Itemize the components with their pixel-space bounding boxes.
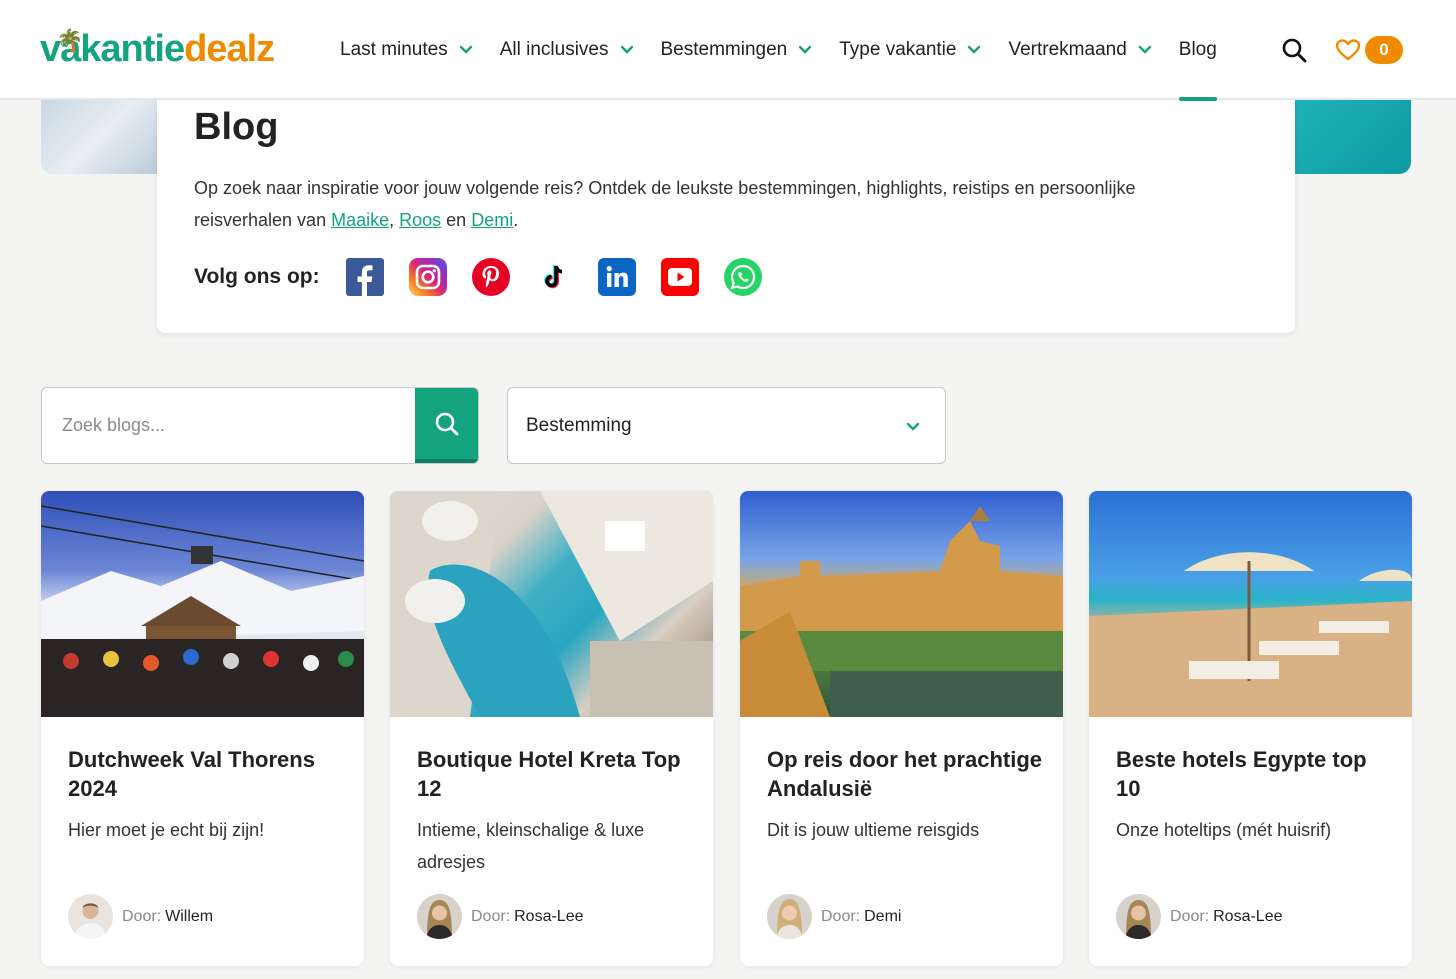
nav-label: Last minutes	[340, 39, 448, 60]
separator: en	[441, 210, 472, 230]
blog-card-author: Door: Demi	[767, 894, 901, 939]
chevron-down-icon	[906, 422, 920, 431]
blog-card[interactable]: Boutique Hotel Kreta Top 12 Intieme, kle…	[390, 491, 713, 966]
favorites-button[interactable]: 0	[1335, 36, 1403, 64]
chevron-down-icon	[799, 45, 812, 54]
chevron-down-icon	[459, 45, 472, 54]
blog-card-image	[390, 491, 713, 717]
hero-image-right	[1290, 100, 1411, 174]
blog-card-author: Door: Willem	[68, 894, 213, 939]
youtube-icon[interactable]	[660, 258, 699, 296]
chevron-down-icon	[1138, 45, 1151, 54]
nav-item-vertrekmaand[interactable]: Vertrekmaand	[1008, 0, 1151, 100]
author-name: Rosa-Lee	[514, 907, 584, 925]
search-icon	[435, 412, 458, 435]
author-prefix: Door:	[1170, 907, 1210, 925]
destination-select[interactable]: Bestemming	[507, 387, 946, 464]
blog-card-subtitle: Dit is jouw ultieme reisgids	[767, 820, 980, 840]
nav-label: All inclusives	[499, 39, 609, 60]
blog-card-image	[740, 491, 1063, 717]
blog-card[interactable]: Dutchweek Val Thorens 2024 Hier moet je …	[41, 491, 364, 966]
search-icon[interactable]	[1281, 37, 1307, 63]
blog-card-author: Door: Rosa-Lee	[1116, 894, 1283, 939]
separator: ,	[389, 210, 400, 230]
instagram-icon[interactable]	[408, 258, 447, 296]
blog-search	[41, 387, 479, 464]
heart-icon	[1335, 39, 1361, 61]
blog-card-subtitle: Intieme, kleinschalige & luxe adresjes	[417, 820, 645, 872]
site-header: 🌴 vakantiedealz Last minutes All inclusi…	[0, 0, 1456, 101]
blog-card-title: Dutchweek Val Thorens 2024	[68, 747, 315, 801]
nav-item-last-minutes[interactable]: Last minutes	[340, 0, 473, 100]
pinterest-icon[interactable]	[471, 258, 510, 296]
chevron-down-icon	[968, 45, 981, 54]
nav-item-blog[interactable]: Blog	[1178, 0, 1217, 101]
nav-item-bestemmingen[interactable]: Bestemmingen	[661, 0, 813, 100]
favorites-count-badge: 0	[1365, 36, 1403, 64]
logo[interactable]: 🌴 vakantiedealz	[40, 26, 275, 72]
author-link-maaike[interactable]: Maaike	[331, 210, 389, 230]
linkedin-icon[interactable]	[597, 258, 636, 296]
follow-label: Volg ons op:	[194, 265, 320, 288]
avatar	[417, 894, 462, 939]
nav-item-all-inclusives[interactable]: All inclusives	[500, 0, 634, 100]
chevron-down-icon	[620, 45, 633, 54]
blog-card[interactable]: Op reis door het prachtige Andalusië Dit…	[740, 491, 1063, 966]
blog-card-subtitle: Hier moet je echt bij zijn!	[68, 820, 265, 840]
period: .	[513, 210, 519, 230]
search-input[interactable]	[42, 388, 418, 463]
hero-image-left	[41, 100, 161, 174]
avatar	[1116, 894, 1161, 939]
whatsapp-icon[interactable]	[723, 258, 762, 296]
nav-label: Type vakantie	[839, 39, 957, 60]
intro-card: Blog Op zoek naar inspiratie voor jouw v…	[157, 88, 1295, 333]
palm-icon: 🌴	[56, 28, 83, 53]
nav-item-type-vakantie[interactable]: Type vakantie	[839, 0, 981, 100]
blog-card-image	[1089, 491, 1412, 717]
author-prefix: Door:	[471, 907, 511, 925]
main-nav: Last minutes All inclusives Bestemmingen…	[340, 0, 1244, 101]
tiktok-icon[interactable]	[534, 258, 573, 296]
blog-card[interactable]: Beste hotels Egypte top 10 Onze hoteltip…	[1089, 491, 1412, 966]
facebook-icon[interactable]	[345, 258, 384, 296]
author-name: Rosa-Lee	[1213, 907, 1283, 925]
author-name: Willem	[165, 907, 214, 925]
nav-label: Blog	[1178, 39, 1217, 60]
intro-text: Op zoek naar inspiratie voor jouw volgen…	[194, 172, 1234, 236]
avatar	[767, 894, 812, 939]
blog-card-subtitle: Onze hoteltips (mét huisrif)	[1116, 820, 1332, 840]
logo-text-dealz: dealz	[184, 28, 275, 70]
author-link-demi[interactable]: Demi	[471, 210, 513, 230]
author-name: Demi	[864, 907, 902, 925]
blog-card-author: Door: Rosa-Lee	[417, 894, 584, 939]
blog-card-title: Boutique Hotel Kreta Top 12	[417, 747, 681, 801]
social-follow: Volg ons op:	[194, 258, 787, 296]
author-prefix: Door:	[821, 907, 861, 925]
nav-label: Vertrekmaand	[1008, 39, 1127, 60]
blog-card-title: Beste hotels Egypte top 10	[1116, 747, 1367, 801]
author-prefix: Door:	[122, 907, 162, 925]
blog-card-image	[41, 491, 364, 717]
blog-card-title: Op reis door het prachtige Andalusië	[767, 747, 1043, 801]
author-link-roos[interactable]: Roos	[399, 210, 441, 230]
select-value: Bestemming	[526, 414, 632, 436]
search-submit-button[interactable]	[415, 388, 478, 463]
avatar	[68, 894, 113, 939]
page-title: Blog	[194, 106, 279, 148]
nav-label: Bestemmingen	[660, 39, 788, 60]
